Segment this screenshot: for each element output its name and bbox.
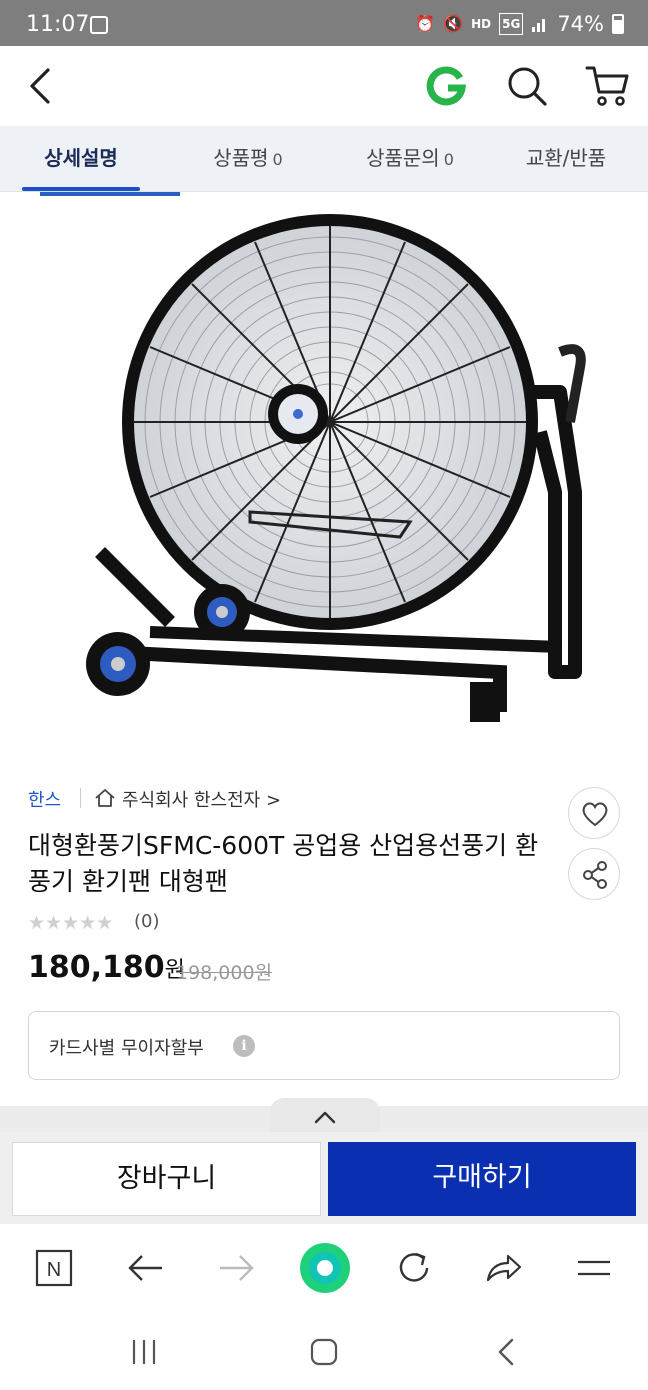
wishlist-button[interactable] — [568, 787, 620, 839]
tab-label: 상세설명 — [44, 146, 118, 170]
brand-name[interactable]: 한스 — [28, 786, 61, 812]
mute-icon: 🔇 — [443, 14, 464, 33]
home-icon[interactable] — [306, 1336, 342, 1368]
chevron-up-icon — [314, 1111, 336, 1124]
expand-options-handle[interactable] — [270, 1098, 380, 1136]
purchase-bar: 장바구니 구매하기 — [0, 1132, 648, 1224]
tab-count: 0 — [443, 150, 454, 169]
original-price-value: 198,000 — [176, 962, 255, 984]
status-time: 11:07 — [26, 12, 90, 37]
green-dot-search-icon[interactable] — [298, 1241, 352, 1295]
original-price: 198,000원 — [176, 958, 272, 985]
rating-stars[interactable]: ★★★★★ — [28, 912, 113, 934]
browser-back-icon[interactable] — [124, 1246, 168, 1290]
menu-icon[interactable] — [572, 1246, 616, 1290]
heart-icon — [582, 802, 608, 827]
price-unit: 원 — [254, 962, 273, 984]
tab-description[interactable]: 상세설명 — [22, 126, 140, 192]
tab-reviews[interactable]: 상품평 0 — [188, 126, 308, 192]
app-header — [0, 46, 648, 126]
buy-now-button[interactable]: 구매하기 — [328, 1142, 636, 1216]
product-title: 대형환풍기SFMC-600T 공업용 산업용선풍기 환풍기 환기팬 대형팬 — [28, 831, 539, 896]
add-to-cart-button[interactable]: 장바구니 — [12, 1142, 321, 1216]
gmarket-g-logo[interactable] — [424, 64, 468, 108]
share-icon — [583, 861, 607, 889]
product-image[interactable] — [0, 192, 648, 752]
tab-qna[interactable]: 상품문의 0 — [340, 126, 480, 192]
svg-text:N: N — [47, 1259, 61, 1281]
fan-illustration — [40, 192, 586, 722]
divider — [80, 788, 81, 808]
share-button[interactable] — [568, 848, 620, 900]
status-icons: ⏰ 🔇 HD 5G 74% — [415, 12, 624, 36]
tab-active-indicator — [22, 187, 140, 191]
shop-home-icon — [95, 789, 115, 807]
recent-apps-icon[interactable] — [126, 1336, 162, 1368]
refresh-icon[interactable] — [392, 1246, 436, 1290]
cart-icon[interactable] — [585, 64, 631, 108]
browser-toolbar: N — [0, 1224, 648, 1314]
shop-name: 주식회사 한스전자 — [122, 790, 261, 811]
shop-link[interactable]: 주식회사 한스전자 > — [122, 786, 281, 812]
gallery-notification-icon — [90, 16, 108, 34]
tab-count: 0 — [272, 150, 283, 169]
battery-icon — [612, 14, 624, 34]
tab-label: 상품평 — [213, 146, 269, 170]
system-nav-bar — [0, 1314, 648, 1390]
sale-price-value: 180,180 — [28, 950, 165, 985]
info-icon[interactable]: i — [233, 1035, 255, 1057]
back-icon[interactable] — [490, 1336, 526, 1368]
back-arrow-icon[interactable] — [24, 64, 64, 108]
product-tabs: 상세설명 상품평 0 상품문의 0 교환/반품 — [0, 126, 648, 192]
chevron-right-icon: > — [265, 790, 282, 811]
hd-voice-icon: HD — [471, 17, 492, 31]
n-home-icon[interactable]: N — [32, 1246, 76, 1290]
tab-exchange-return[interactable]: 교환/반품 — [506, 126, 626, 192]
sale-price: 180,180원 — [28, 950, 185, 985]
search-icon[interactable] — [505, 64, 549, 108]
browser-forward-icon[interactable] — [214, 1246, 258, 1290]
tab-label: 교환/반품 — [525, 146, 607, 170]
battery-text: 74% — [557, 12, 604, 36]
signal-icon — [532, 19, 546, 32]
installment-info-box[interactable]: 카드사별 무이자할부 i — [28, 1011, 620, 1080]
tab-label: 상품문의 — [366, 146, 440, 170]
rating-count[interactable]: (0) — [134, 911, 160, 932]
share-forward-icon[interactable] — [482, 1246, 526, 1290]
alarm-icon: ⏰ — [415, 14, 436, 33]
status-bar: 11:07 ⏰ 🔇 HD 5G 74% — [0, 0, 648, 46]
network-5g-icon: 5G — [499, 13, 524, 35]
installment-label: 카드사별 무이자할부 — [49, 1038, 204, 1059]
